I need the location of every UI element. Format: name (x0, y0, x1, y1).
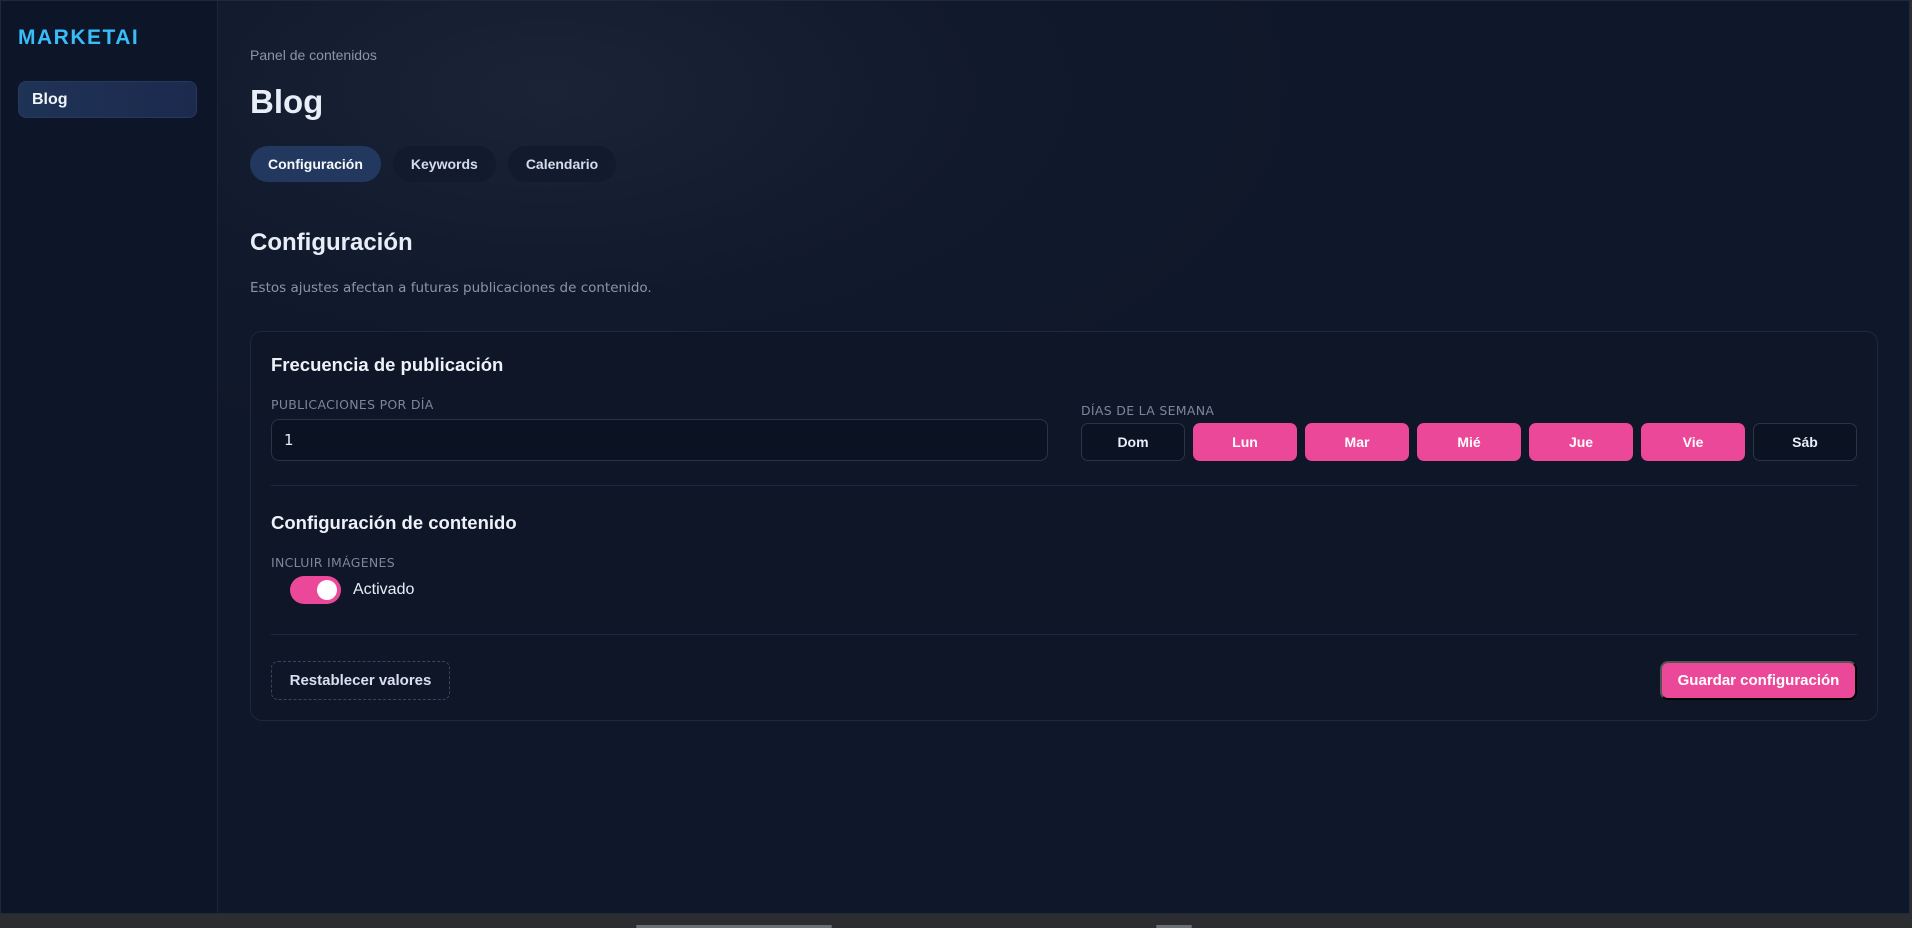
main-content: Panel de contenidos Blog Configuración K… (218, 1, 1909, 913)
tab-configuracion[interactable]: Configuración (250, 146, 381, 182)
day-button-vie[interactable]: Vie (1641, 423, 1745, 461)
day-button-mar[interactable]: Mar (1305, 423, 1409, 461)
include-images-status: Activado (353, 581, 415, 598)
settings-card: Frecuencia de publicación PUBLICACIONES … (250, 331, 1878, 721)
include-images-toggle[interactable] (290, 576, 341, 604)
sidebar-item-label: Blog (32, 90, 68, 108)
section-description: Estos ajustes afectan a futuras publicac… (250, 280, 652, 296)
app-window: MARKETAI Blog Panel de contenidos Blog C… (0, 0, 1910, 914)
sidebar-item-blog[interactable]: Blog (18, 81, 197, 118)
day-button-mie[interactable]: Mié (1417, 423, 1521, 461)
frequency-heading: Frecuencia de publicación (271, 354, 504, 375)
include-images-label: INCLUIR IMÁGENES (271, 555, 395, 570)
day-button-sab[interactable]: Sáb (1753, 423, 1857, 461)
breadcrumb: Panel de contenidos (250, 47, 377, 63)
posts-per-day-input[interactable] (271, 419, 1048, 461)
brand-logo: MARKETAI (18, 26, 140, 49)
toggle-knob (317, 580, 337, 600)
day-button-dom[interactable]: Dom (1081, 423, 1185, 461)
tab-keywords[interactable]: Keywords (392, 146, 496, 182)
tab-bar: Configuración Keywords Calendario (250, 146, 617, 182)
content-settings-heading: Configuración de contenido (271, 512, 517, 533)
save-button[interactable]: Guardar configuración (1660, 661, 1857, 700)
sidebar: MARKETAI Blog (1, 1, 218, 913)
reset-button[interactable]: Restablecer valores (271, 661, 450, 700)
tab-calendario[interactable]: Calendario (507, 146, 617, 182)
weekdays-label: DÍAS DE LA SEMANA (1081, 403, 1215, 418)
posts-per-day-label: PUBLICACIONES POR DÍA (271, 397, 434, 412)
section-title: Configuración (250, 229, 413, 256)
divider (271, 634, 1857, 635)
day-button-lun[interactable]: Lun (1193, 423, 1297, 461)
divider (271, 485, 1857, 486)
page-title: Blog (250, 83, 324, 120)
weekday-selector: Dom Lun Mar Mié Jue Vie Sáb (1081, 423, 1857, 461)
day-button-jue[interactable]: Jue (1529, 423, 1633, 461)
